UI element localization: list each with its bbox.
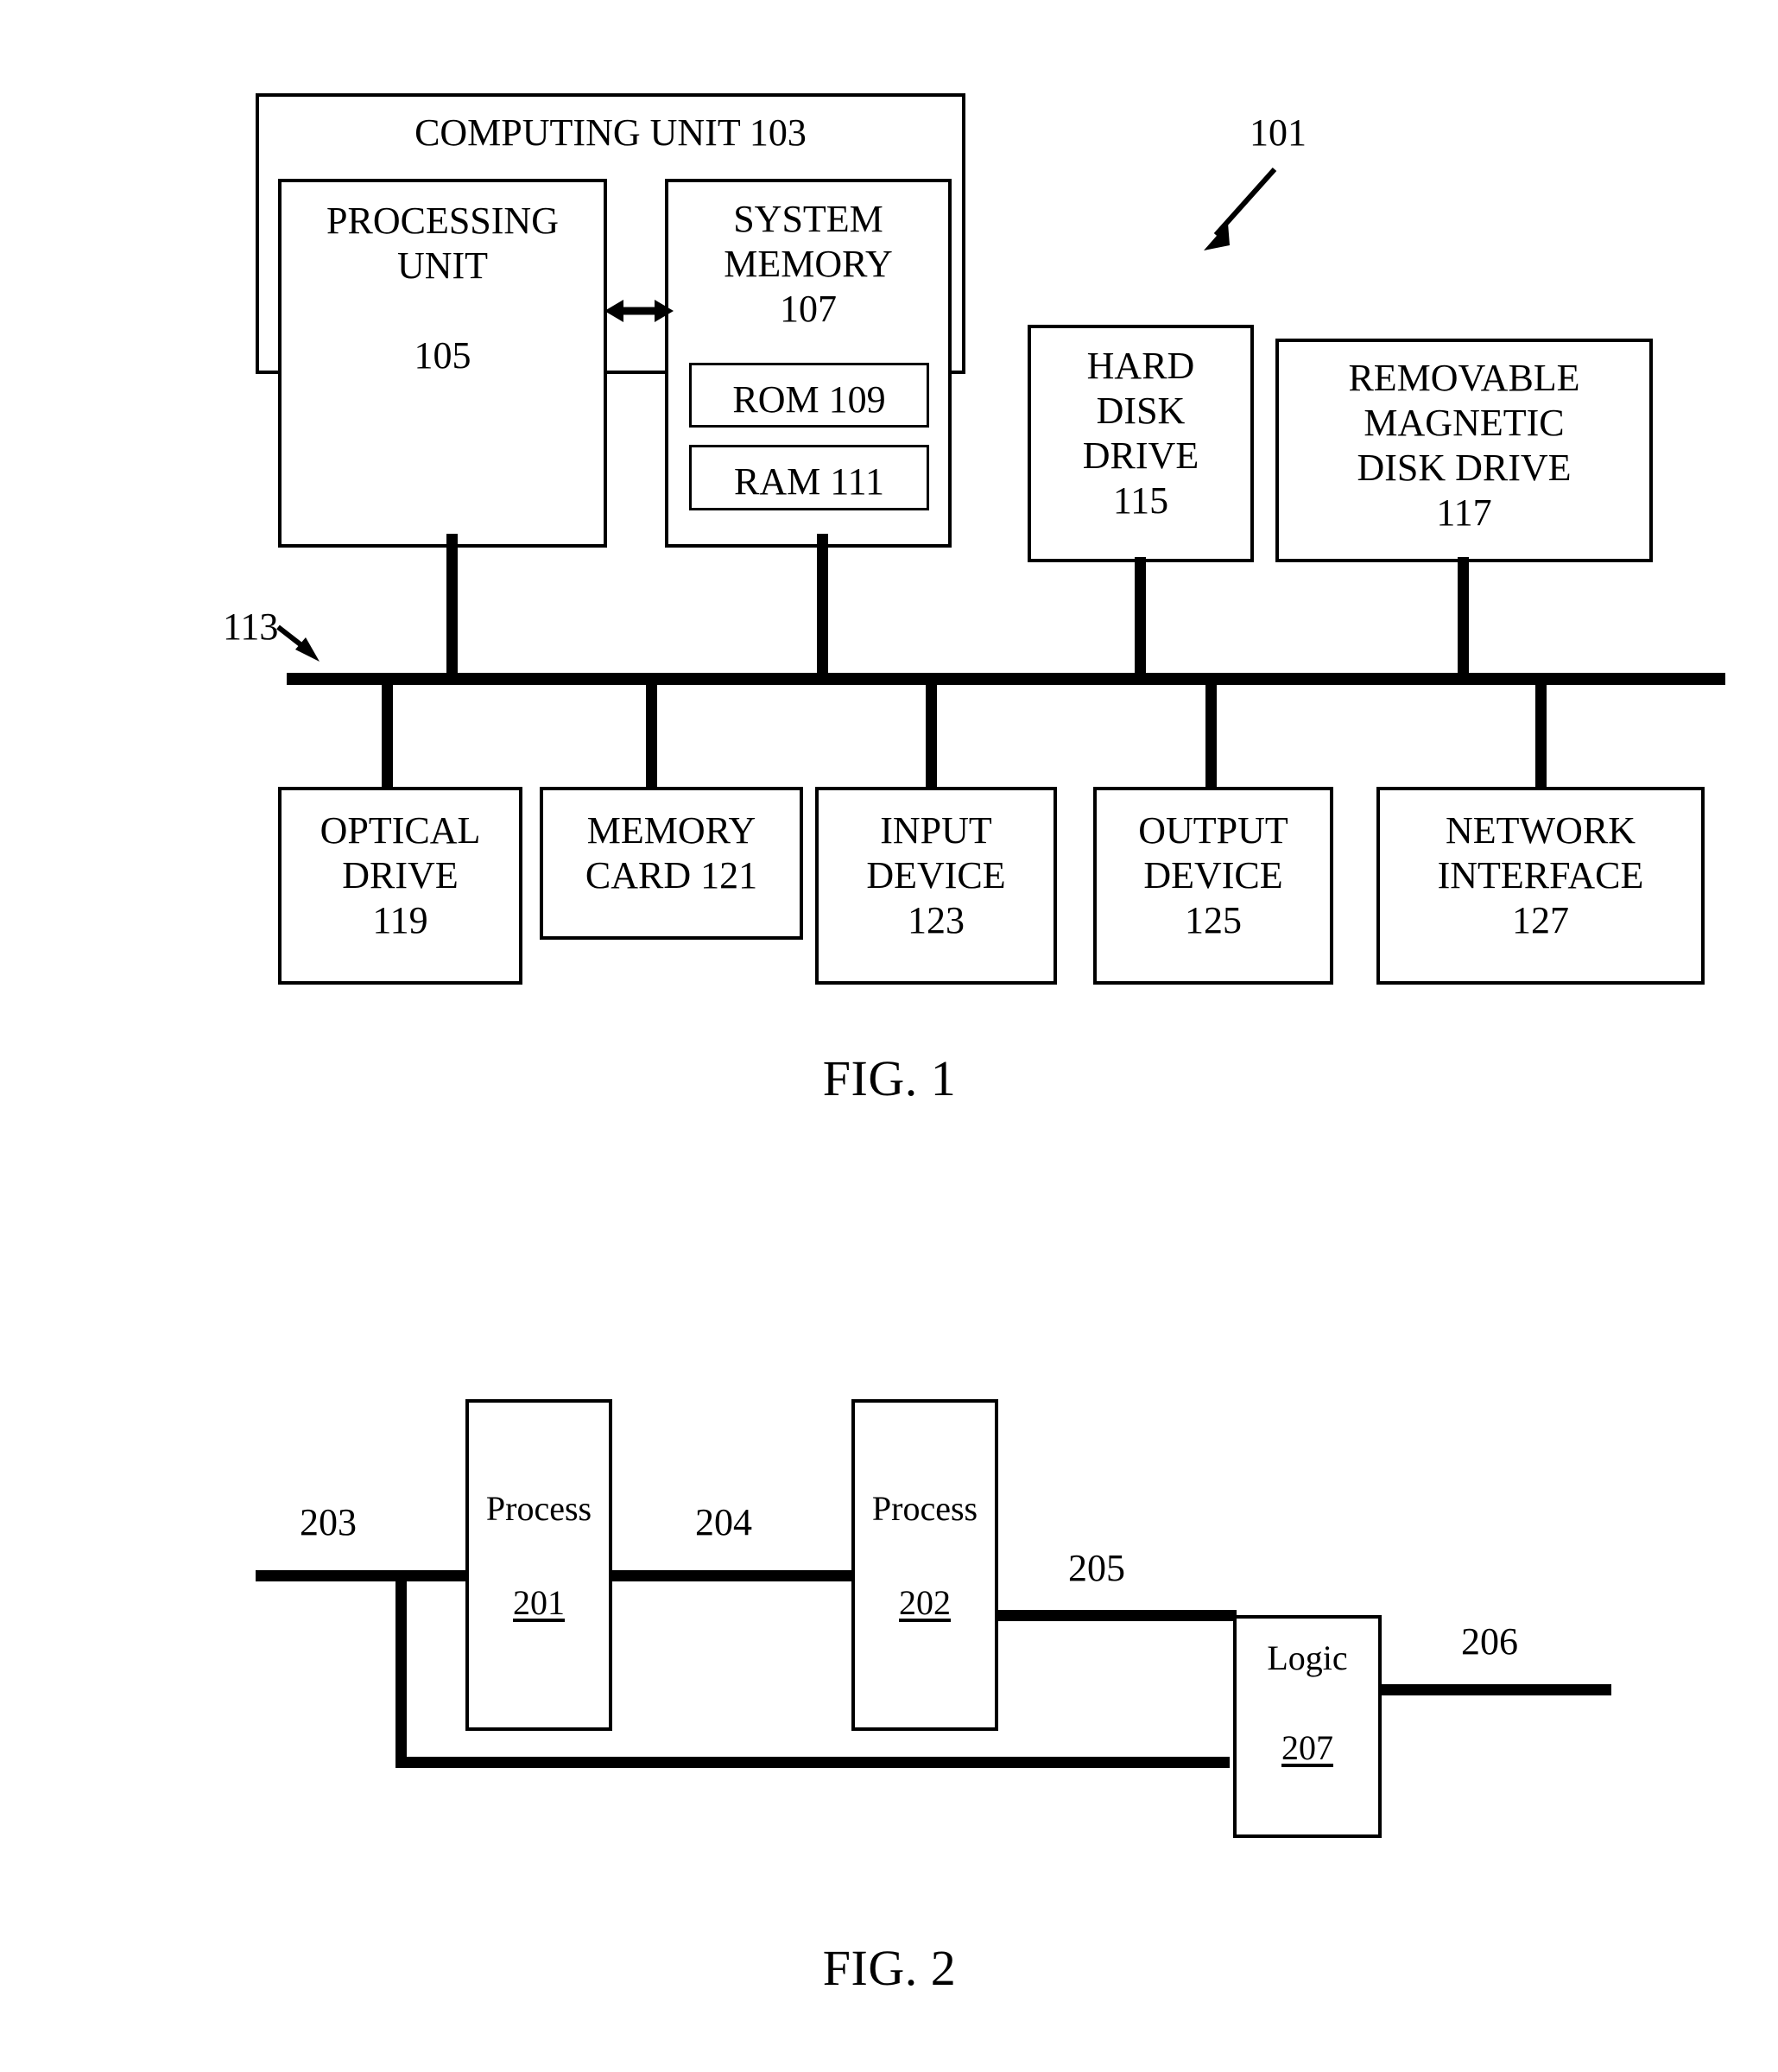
process-201-box xyxy=(465,1399,612,1731)
process-202-box xyxy=(851,1399,998,1731)
network-interface-label: NETWORK INTERFACE 127 xyxy=(1437,809,1644,941)
signal-203-label: 203 xyxy=(300,1501,357,1543)
bus-connector-memory-card xyxy=(646,682,657,788)
signal-204-label: 204 xyxy=(695,1501,752,1543)
figure1-caption: FIG. 1 xyxy=(822,1050,957,1106)
logic-207-numeral: 207 xyxy=(1281,1728,1333,1767)
ram-label: RAM 111 xyxy=(734,460,884,503)
figure1-reference-numeral: 101 xyxy=(1250,111,1307,154)
signal-205-label: 205 xyxy=(1068,1547,1125,1589)
figure2-caption: FIG. 2 xyxy=(822,1940,957,1996)
system-bus-line xyxy=(287,673,1725,685)
process-202-numeral: 202 xyxy=(899,1583,951,1622)
rom-label: ROM 109 xyxy=(732,378,886,421)
bidirectional-arrow-icon xyxy=(604,300,674,322)
process-201-numeral: 201 xyxy=(513,1583,565,1622)
signal-205-line xyxy=(995,1610,1237,1621)
reference-arrow-101-icon xyxy=(1204,167,1277,250)
bus-connector-removable-disk-drive xyxy=(1458,557,1469,682)
bus-connector-output-device xyxy=(1205,682,1217,788)
signal-203-line xyxy=(256,1570,490,1581)
logic-207-name: Logic xyxy=(1267,1638,1348,1677)
removable-magnetic-disk-drive-label: REMOVABLE MAGNETIC DISK DRIVE 117 xyxy=(1348,357,1580,534)
optical-drive-label: OPTICAL DRIVE 119 xyxy=(320,809,481,941)
processing-unit-label: PROCESSING UNIT 105 xyxy=(326,200,559,377)
patent-figure-sheet: COMPUTING UNIT 103 PROCESSING UNIT 105 S… xyxy=(0,0,1778,2072)
signal-203-branch-horizontal xyxy=(395,1757,1230,1768)
bus-connector-hard-disk-drive xyxy=(1135,557,1146,682)
signal-206-line xyxy=(1378,1684,1611,1695)
hard-disk-drive-label: HARD DISK DRIVE 115 xyxy=(1082,345,1199,522)
process-201-name: Process xyxy=(485,1489,592,1528)
system-memory-label: SYSTEM MEMORY 107 xyxy=(724,198,893,330)
input-device-label: INPUT DEVICE 123 xyxy=(866,809,1006,941)
bus-connector-system-memory xyxy=(817,534,828,682)
memory-card-label: MEMORY CARD 121 xyxy=(585,809,758,897)
output-device-label: OUTPUT DEVICE 125 xyxy=(1138,809,1288,941)
bus-connector-optical-drive xyxy=(382,682,393,788)
reference-arrow-113-icon xyxy=(276,624,320,662)
signal-204-line xyxy=(609,1570,855,1581)
bus-connector-input-device xyxy=(926,682,937,788)
signal-203-branch-vertical xyxy=(395,1570,407,1768)
process-202-name: Process xyxy=(871,1489,978,1528)
bus-connector-processing-unit xyxy=(446,534,458,682)
signal-206-label: 206 xyxy=(1461,1620,1518,1663)
computing-unit-title: COMPUTING UNIT 103 xyxy=(414,111,807,154)
bus-connector-network-interface xyxy=(1535,682,1547,788)
